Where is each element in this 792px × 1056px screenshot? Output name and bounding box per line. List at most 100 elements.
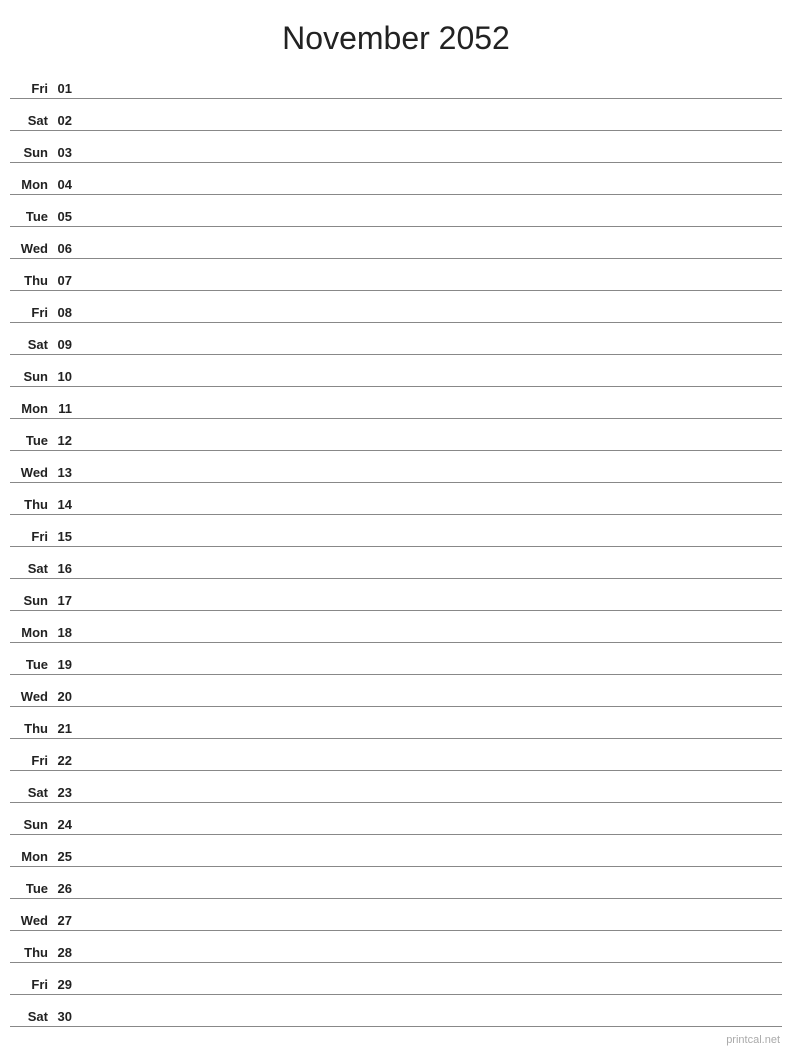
day-row: Mon11 xyxy=(10,387,782,419)
day-row: Thu28 xyxy=(10,931,782,963)
day-line xyxy=(80,383,782,384)
day-line xyxy=(80,927,782,928)
day-name: Sat xyxy=(10,561,52,576)
day-row: Thu21 xyxy=(10,707,782,739)
day-line xyxy=(80,863,782,864)
day-name: Fri xyxy=(10,529,52,544)
day-line xyxy=(80,703,782,704)
day-number: 20 xyxy=(52,689,80,704)
day-line xyxy=(80,991,782,992)
day-number: 07 xyxy=(52,273,80,288)
day-line xyxy=(80,223,782,224)
day-line xyxy=(80,735,782,736)
day-line xyxy=(80,671,782,672)
day-number: 11 xyxy=(52,401,80,416)
day-number: 16 xyxy=(52,561,80,576)
day-line xyxy=(80,895,782,896)
day-row: Fri08 xyxy=(10,291,782,323)
day-name: Sun xyxy=(10,145,52,160)
day-row: Sat02 xyxy=(10,99,782,131)
day-line xyxy=(80,799,782,800)
day-name: Sat xyxy=(10,785,52,800)
day-line xyxy=(80,607,782,608)
day-name: Tue xyxy=(10,881,52,896)
day-line xyxy=(80,287,782,288)
day-name: Fri xyxy=(10,977,52,992)
day-line xyxy=(80,127,782,128)
day-line xyxy=(80,319,782,320)
day-number: 27 xyxy=(52,913,80,928)
day-row: Wed27 xyxy=(10,899,782,931)
day-line xyxy=(80,831,782,832)
day-number: 26 xyxy=(52,881,80,896)
day-name: Tue xyxy=(10,209,52,224)
day-line xyxy=(80,767,782,768)
day-row: Sun17 xyxy=(10,579,782,611)
day-number: 04 xyxy=(52,177,80,192)
day-row: Tue19 xyxy=(10,643,782,675)
watermark: printcal.net xyxy=(726,1034,780,1046)
day-row: Sat30 xyxy=(10,995,782,1027)
day-number: 02 xyxy=(52,113,80,128)
day-row: Thu07 xyxy=(10,259,782,291)
day-number: 29 xyxy=(52,977,80,992)
day-line xyxy=(80,639,782,640)
day-number: 08 xyxy=(52,305,80,320)
day-name: Wed xyxy=(10,241,52,256)
day-number: 10 xyxy=(52,369,80,384)
day-row: Tue05 xyxy=(10,195,782,227)
day-name: Wed xyxy=(10,689,52,704)
day-name: Sat xyxy=(10,1009,52,1024)
day-line xyxy=(80,191,782,192)
day-number: 13 xyxy=(52,465,80,480)
day-row: Mon18 xyxy=(10,611,782,643)
day-line xyxy=(80,159,782,160)
day-row: Fri22 xyxy=(10,739,782,771)
day-row: Sat23 xyxy=(10,771,782,803)
day-name: Wed xyxy=(10,465,52,480)
day-name: Fri xyxy=(10,305,52,320)
day-number: 28 xyxy=(52,945,80,960)
calendar-grid: Fri01Sat02Sun03Mon04Tue05Wed06Thu07Fri08… xyxy=(0,67,792,1027)
day-number: 06 xyxy=(52,241,80,256)
day-row: Fri15 xyxy=(10,515,782,547)
day-row: Wed20 xyxy=(10,675,782,707)
day-number: 30 xyxy=(52,1009,80,1024)
day-number: 24 xyxy=(52,817,80,832)
day-name: Thu xyxy=(10,721,52,736)
day-row: Fri01 xyxy=(10,67,782,99)
day-row: Thu14 xyxy=(10,483,782,515)
day-name: Sun xyxy=(10,817,52,832)
day-name: Tue xyxy=(10,433,52,448)
day-line xyxy=(80,959,782,960)
page-title: November 2052 xyxy=(0,0,792,67)
day-line xyxy=(80,255,782,256)
day-row: Tue26 xyxy=(10,867,782,899)
day-row: Mon04 xyxy=(10,163,782,195)
day-name: Sat xyxy=(10,113,52,128)
day-number: 05 xyxy=(52,209,80,224)
day-row: Sun03 xyxy=(10,131,782,163)
day-name: Fri xyxy=(10,753,52,768)
day-name: Thu xyxy=(10,497,52,512)
day-line xyxy=(80,351,782,352)
day-number: 09 xyxy=(52,337,80,352)
day-number: 23 xyxy=(52,785,80,800)
day-number: 22 xyxy=(52,753,80,768)
day-name: Sat xyxy=(10,337,52,352)
day-name: Thu xyxy=(10,945,52,960)
day-number: 18 xyxy=(52,625,80,640)
day-row: Sun10 xyxy=(10,355,782,387)
day-row: Wed06 xyxy=(10,227,782,259)
day-line xyxy=(80,95,782,96)
day-line xyxy=(80,447,782,448)
day-name: Tue xyxy=(10,657,52,672)
day-row: Sat16 xyxy=(10,547,782,579)
day-line xyxy=(80,575,782,576)
day-number: 19 xyxy=(52,657,80,672)
day-row: Tue12 xyxy=(10,419,782,451)
day-line xyxy=(80,543,782,544)
day-row: Mon25 xyxy=(10,835,782,867)
day-name: Sun xyxy=(10,369,52,384)
day-name: Mon xyxy=(10,401,52,416)
